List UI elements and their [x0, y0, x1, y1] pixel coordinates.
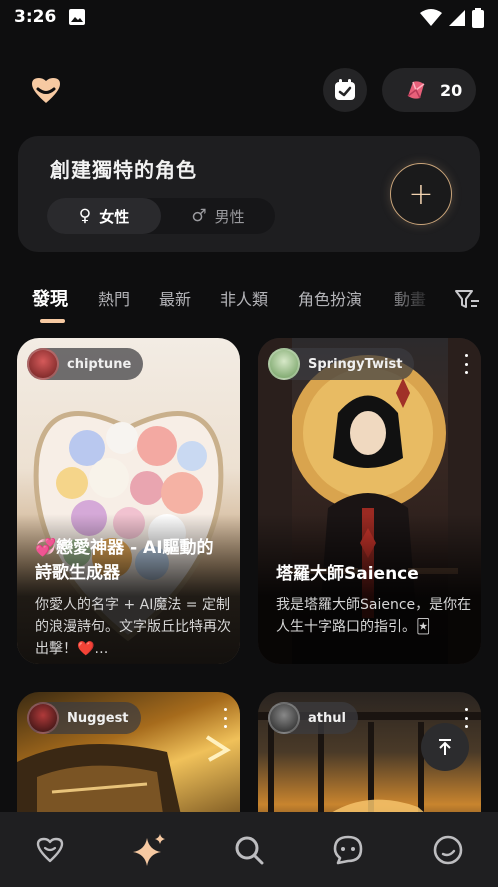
status-bar: 3:26: [0, 0, 498, 34]
nav-chats[interactable]: [330, 832, 366, 868]
card-description: 我是塔羅大師Saience，是你在人生十字路口的指引。🃏: [276, 597, 472, 635]
search-icon: [235, 836, 264, 865]
gender-female-option[interactable]: ♀ 女性: [47, 198, 161, 234]
author-name: Nuggest: [67, 710, 129, 726]
battery-icon: [472, 8, 484, 28]
gem-balance-button[interactable]: 20: [382, 68, 476, 112]
status-icons: [420, 8, 484, 28]
gender-female-label: 女性: [99, 207, 130, 226]
tab-popular[interactable]: 熱門: [98, 286, 130, 310]
tab-discover[interactable]: 發現: [32, 285, 68, 311]
card-description: 你愛人的名字 + AI魔法 = 定制的浪漫詩句。文字版丘比特再次出擊！❤️…: [35, 597, 231, 657]
author-badge[interactable]: SpringyTwist: [268, 348, 415, 380]
tab-latest[interactable]: 最新: [159, 286, 191, 310]
card-more-options-icon[interactable]: [222, 708, 228, 728]
heart-logo-icon: [36, 837, 64, 863]
scroll-to-top-button[interactable]: [421, 723, 469, 771]
author-badge[interactable]: Nuggest: [27, 702, 141, 734]
female-symbol-icon: ♀: [78, 206, 92, 226]
card-shade: [258, 514, 481, 664]
wifi-icon: [420, 9, 442, 26]
daily-checkin-button[interactable]: [323, 68, 367, 112]
character-card[interactable]: SpringyTwist 塔羅大師Saience 我是塔羅大師Saience，是…: [258, 338, 481, 664]
author-badge[interactable]: chiptune: [27, 348, 144, 380]
tabs-fade: [380, 280, 450, 320]
create-character-title: 創建獨特的角色: [50, 158, 197, 182]
tab-non-human[interactable]: 非人類: [220, 286, 268, 310]
gender-selector: ♀ 女性 ♂ 男性: [47, 198, 275, 234]
gender-male-option[interactable]: ♂ 男性: [161, 198, 275, 234]
status-time: 3:26: [14, 7, 57, 27]
profile-face-icon: [433, 835, 463, 865]
author-avatar: [268, 702, 300, 734]
nav-search[interactable]: [231, 832, 267, 868]
filter-icon[interactable]: [454, 288, 480, 310]
male-symbol-icon: ♂: [191, 206, 207, 226]
gallery-notification-icon: [69, 9, 86, 25]
tab-roleplay[interactable]: 角色扮演: [298, 286, 362, 310]
nav-home[interactable]: [32, 832, 68, 868]
author-avatar: [27, 702, 59, 734]
arrow-up-icon: [439, 739, 451, 755]
bottom-navigation: [0, 812, 498, 887]
author-avatar: [27, 348, 59, 380]
gender-male-label: 男性: [214, 207, 245, 226]
character-card[interactable]: chiptune 💞戀愛神器 - AI驅動的詩歌生成器 你愛人的名字 + AI魔…: [17, 338, 240, 664]
card-more-options-icon[interactable]: [463, 354, 469, 374]
active-tab-indicator: [40, 319, 65, 323]
chat-bubble-icon: [333, 835, 363, 865]
sparkle-icon: [133, 834, 165, 866]
gem-count: 20: [440, 80, 463, 100]
author-name: athul: [308, 710, 346, 726]
create-character-button[interactable]: +: [390, 163, 452, 225]
calendar-check-icon: [335, 79, 355, 100]
author-name: chiptune: [67, 356, 132, 372]
card-title: 塔羅大師Saience: [276, 564, 419, 584]
nav-discover[interactable]: [131, 832, 167, 868]
author-badge[interactable]: athul: [268, 702, 358, 734]
nav-profile[interactable]: [430, 832, 466, 868]
author-avatar: [268, 348, 300, 380]
app-logo-icon: [32, 78, 60, 103]
signal-icon: [449, 10, 465, 26]
author-name: SpringyTwist: [308, 356, 403, 372]
gem-icon: [407, 81, 425, 99]
create-character-card: 創建獨特的角色 ♀ 女性 ♂ 男性 +: [18, 136, 480, 252]
card-more-options-icon[interactable]: [463, 708, 469, 728]
app-header: 20: [0, 68, 498, 112]
card-title: 💞戀愛神器 - AI驅動的詩歌生成器: [35, 538, 214, 583]
plus-icon: +: [408, 176, 434, 212]
category-tabs: 發現 熱門 最新 非人類 角色扮演 動畫: [0, 280, 498, 324]
